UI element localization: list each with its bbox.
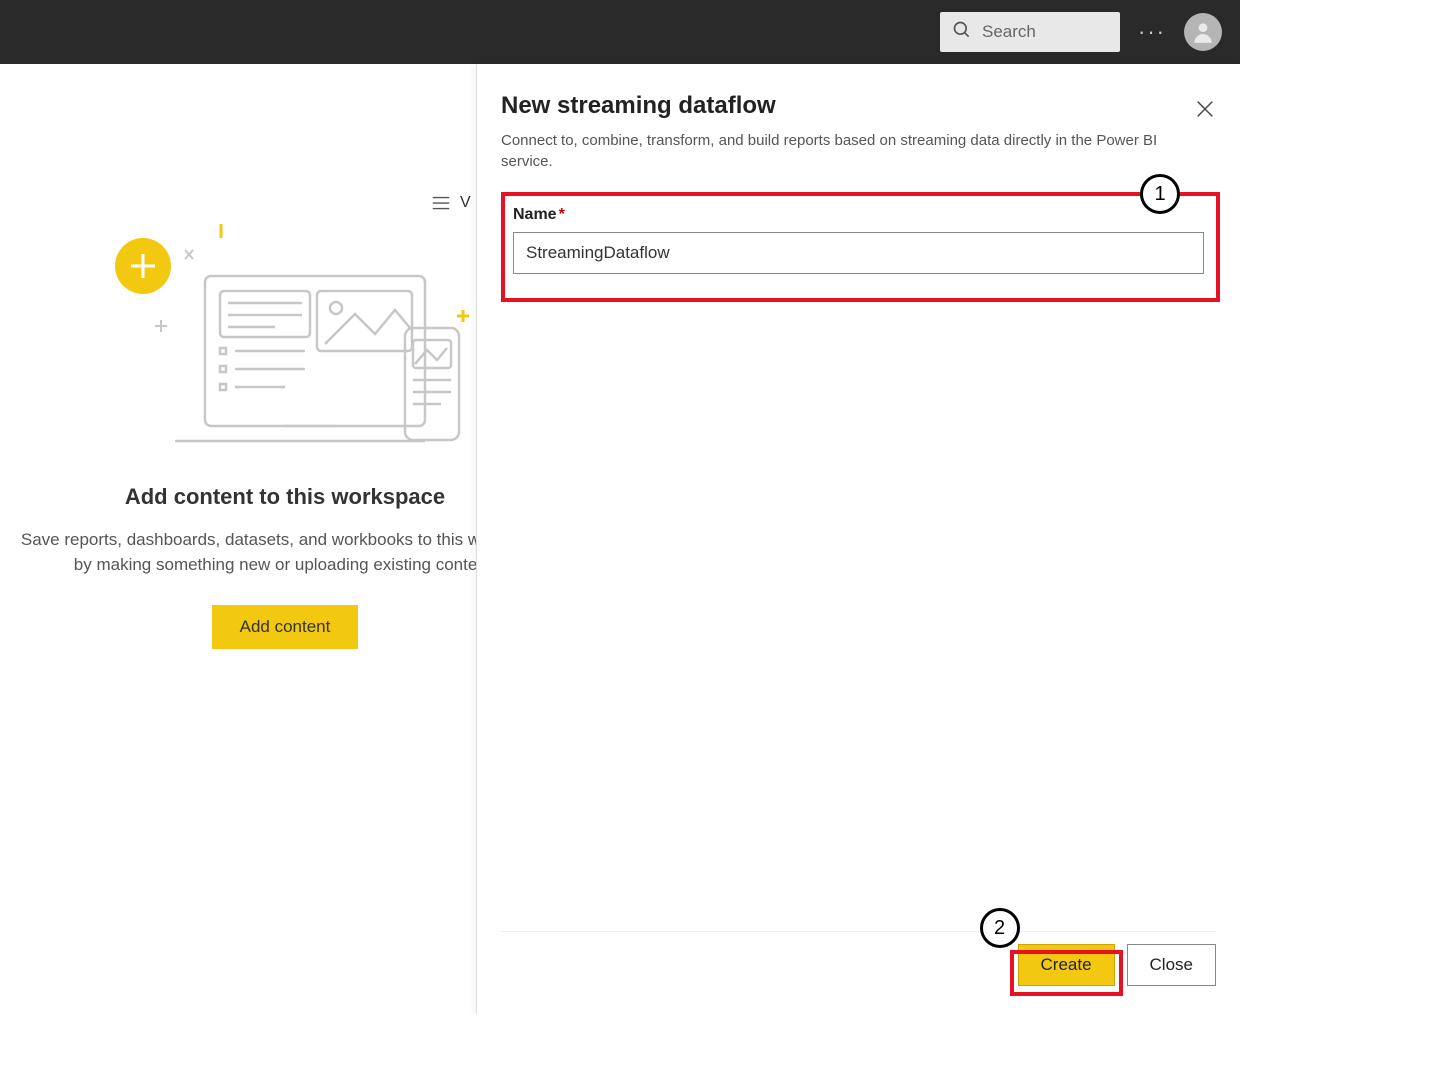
search-input[interactable]: Search: [940, 12, 1120, 52]
close-button[interactable]: Close: [1127, 944, 1216, 986]
view-toggle[interactable]: V: [430, 192, 471, 214]
name-field-group: 1 Name*: [501, 192, 1216, 296]
new-streaming-dataflow-panel: New streaming dataflow Connect to, combi…: [476, 64, 1240, 1014]
panel-title: New streaming dataflow: [501, 92, 776, 120]
close-icon[interactable]: [1194, 98, 1216, 120]
panel-footer: 2 Create Close: [501, 931, 1216, 986]
name-field-label: Name*: [513, 206, 565, 224]
annotation-number-2: 2: [980, 908, 1020, 948]
search-icon: [952, 20, 972, 45]
panel-description: Connect to, combine, transform, and buil…: [501, 130, 1201, 172]
search-placeholder: Search: [982, 22, 1036, 42]
avatar[interactable]: [1184, 13, 1222, 51]
name-input[interactable]: [513, 232, 1204, 274]
more-options-icon[interactable]: ···: [1138, 19, 1166, 45]
view-label: V: [460, 194, 471, 212]
workspace-illustration-icon: [95, 216, 475, 456]
create-button[interactable]: Create: [1018, 944, 1115, 986]
add-content-button[interactable]: Add content: [212, 605, 359, 649]
top-bar: Search ···: [0, 0, 1240, 64]
annotation-number-1: 1: [1140, 174, 1180, 214]
